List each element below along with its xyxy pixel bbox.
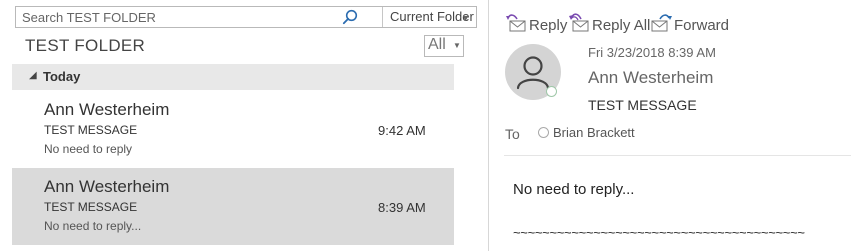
message-sender: Ann Westerheim: [44, 177, 170, 196]
message-subject: TEST MESSAGE: [44, 200, 138, 214]
to-label: To: [505, 126, 520, 142]
group-label: Today: [43, 69, 81, 84]
message-body: No need to reply...: [513, 181, 635, 198]
message-time: 8:39 AM: [378, 200, 426, 215]
filter-dropdown[interactable]: All ▼: [424, 35, 464, 57]
reply-button[interactable]: Reply: [506, 13, 567, 37]
reply-label: Reply: [529, 16, 568, 34]
pane-divider[interactable]: [488, 0, 489, 251]
recipient-name[interactable]: Brian Brackett: [553, 125, 635, 140]
reply-all-label: Reply All: [592, 16, 651, 34]
folder-title: TEST FOLDER: [25, 36, 146, 55]
search-input[interactable]: [16, 7, 352, 27]
header-divider: [504, 155, 851, 156]
recipient-status-icon: [538, 127, 549, 138]
message-preview: No need to reply: [44, 142, 133, 156]
search-scope-dropdown[interactable]: Current Folder ▼: [383, 7, 477, 27]
sender-name[interactable]: Ann Westerheim: [588, 68, 713, 88]
message-time: 9:42 AM: [378, 123, 426, 138]
forward-label: Forward: [674, 16, 730, 34]
forward-icon: [651, 12, 674, 38]
chevron-down-icon: ▼: [461, 13, 470, 23]
reply-all-icon: [569, 12, 592, 38]
message-list-item[interactable]: Ann Westerheim TEST MESSAGE 9:42 AM No n…: [12, 91, 454, 168]
forward-button[interactable]: Forward: [651, 13, 729, 37]
search-box: Current Folder ▼: [15, 6, 477, 28]
filter-label: All: [428, 36, 446, 53]
search-icon[interactable]: [342, 9, 358, 25]
group-header-today[interactable]: ◢ Today: [12, 64, 454, 90]
message-preview: No need to reply...: [44, 219, 142, 233]
message-subject: TEST MESSAGE: [44, 123, 138, 137]
message-list-item-selected[interactable]: Ann Westerheim TEST MESSAGE 8:39 AM No n…: [12, 168, 454, 245]
message-subject-heading: TEST MESSAGE: [588, 97, 697, 113]
reply-icon: [506, 12, 529, 38]
collapse-triangle-icon[interactable]: ◢: [29, 70, 37, 81]
message-sender: Ann Westerheim: [44, 100, 170, 119]
chevron-down-icon: ▼: [453, 41, 461, 50]
reply-all-button[interactable]: Reply All: [569, 13, 650, 37]
presence-status-icon: [546, 86, 557, 97]
message-date: Fri 3/23/2018 8:39 AM: [588, 45, 716, 60]
message-signature-line: ~~~~~~~~~~~~~~~~~~~~~~~~~~~~~~~~~~~~~~~~: [513, 225, 805, 240]
